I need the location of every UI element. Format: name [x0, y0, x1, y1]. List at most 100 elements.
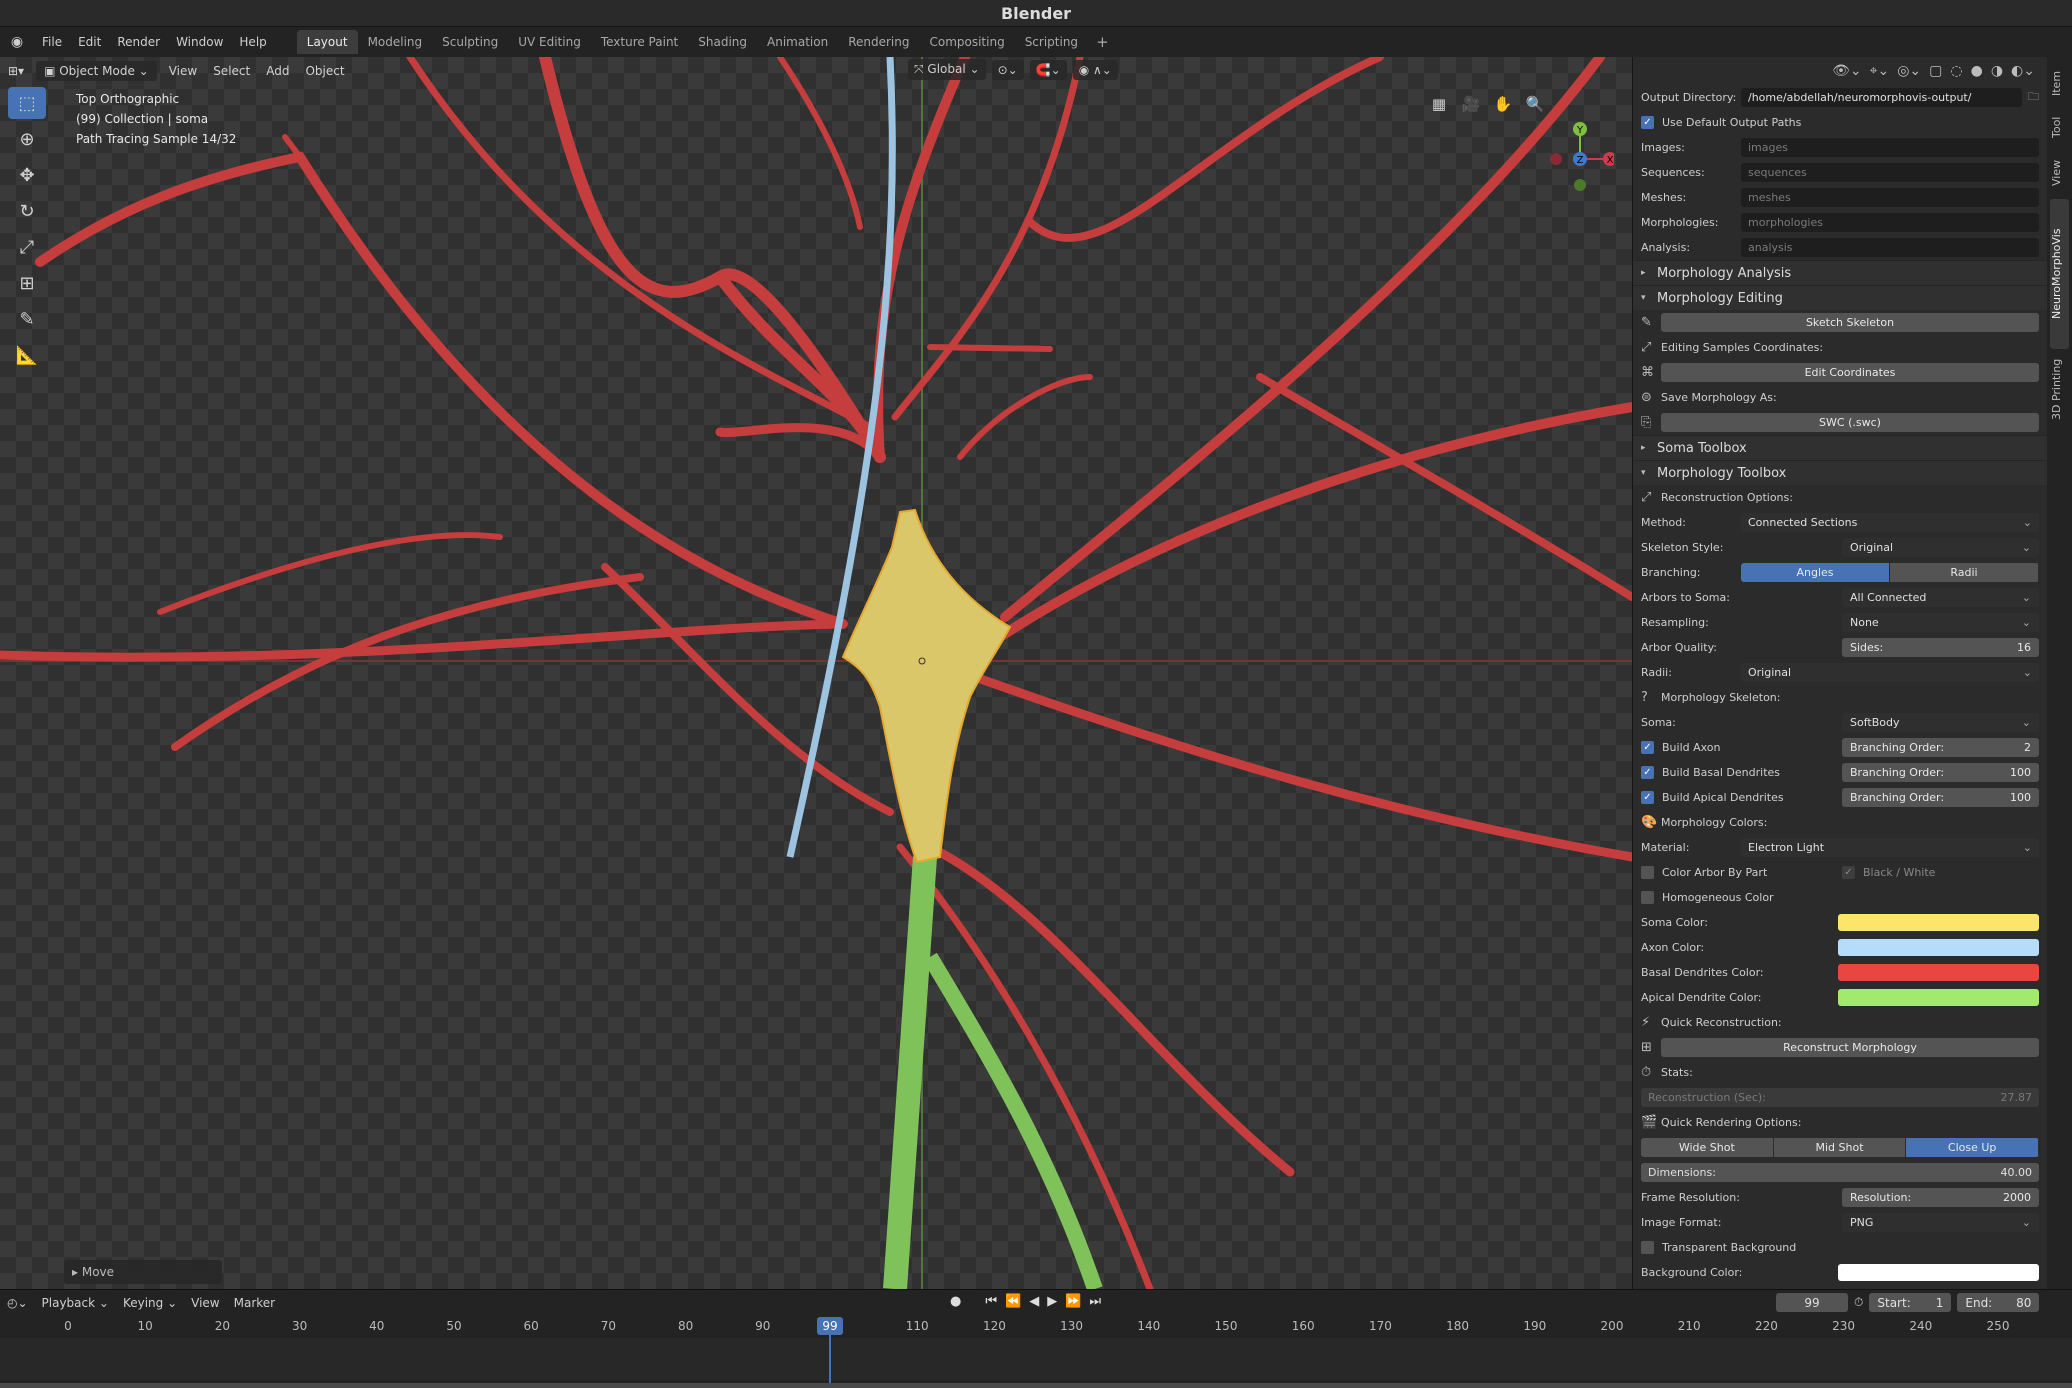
tab-3d-printing[interactable]: 3D Printing	[2050, 353, 2069, 425]
tab-scripting[interactable]: Scripting	[1015, 30, 1088, 54]
tab-layout[interactable]: Layout	[296, 30, 358, 54]
3d-viewport[interactable]: Top Orthographic (99) Collection | soma …	[0, 57, 1632, 1289]
play-reverse-icon[interactable]: ◀	[1029, 1294, 1039, 1309]
menu-edit[interactable]: Edit	[70, 35, 109, 49]
cursor-icon[interactable]: ⊕	[8, 123, 46, 155]
black-white-checkbox[interactable]: ✓	[1842, 866, 1855, 879]
current-frame-field[interactable]: 99	[1776, 1293, 1848, 1312]
ortho-grid-icon[interactable]: ▦	[1428, 93, 1450, 115]
use-default-paths-checkbox[interactable]: ✓	[1641, 116, 1654, 129]
build-axon-checkbox[interactable]: ✓	[1641, 741, 1654, 754]
wireframe-icon[interactable]: ◌	[1950, 63, 1962, 79]
branching-angles-option[interactable]: Angles	[1741, 563, 1890, 582]
branching-radii-option[interactable]: Radii	[1890, 563, 2039, 582]
basal-branching-order-field[interactable]: Branching Order: 100	[1842, 763, 2039, 782]
snap-icon[interactable]: 🧲⌄	[1029, 59, 1067, 80]
object-mode-dropdown[interactable]: ▣ Object Mode ⌄	[36, 61, 157, 81]
wide-shot-option[interactable]: Wide Shot	[1641, 1138, 1774, 1157]
tab-view[interactable]: View	[2050, 151, 2069, 195]
meshes-field[interactable]: meshes	[1741, 188, 2039, 207]
start-frame-field[interactable]: Start: 1	[1869, 1293, 1952, 1312]
select-box-icon[interactable]: ⬚	[8, 87, 46, 119]
menu-playback[interactable]: Playback ⌄	[35, 1296, 116, 1310]
tab-modeling[interactable]: Modeling	[358, 30, 433, 54]
jump-start-icon[interactable]: ⏮	[985, 1294, 997, 1309]
method-dropdown[interactable]: Connected Sections	[1741, 513, 2039, 532]
timeline-editor-icon[interactable]: ◴⌄	[0, 1296, 35, 1310]
tab-compositing[interactable]: Compositing	[919, 30, 1014, 54]
reconstruct-morphology-button[interactable]: Reconstruct Morphology	[1661, 1038, 2039, 1057]
apical-color-swatch[interactable]	[1838, 989, 2039, 1006]
menu-help[interactable]: Help	[231, 35, 274, 49]
menu-view[interactable]: View	[161, 61, 205, 81]
apical-branching-order-field[interactable]: Branching Order: 100	[1842, 788, 2039, 807]
next-keyframe-icon[interactable]: ⏩	[1065, 1294, 1081, 1309]
folder-icon[interactable]: 🗀	[2028, 88, 2039, 107]
morphologies-field[interactable]: morphologies	[1741, 213, 2039, 232]
mid-shot-option[interactable]: Mid Shot	[1773, 1138, 1907, 1157]
tab-sculpting[interactable]: Sculpting	[432, 30, 508, 54]
material-icon[interactable]: ◑	[1991, 63, 2003, 79]
editor-type-icon[interactable]: ⊞▾	[0, 61, 32, 81]
timeline-track[interactable]	[0, 1338, 2072, 1380]
transform-icon[interactable]: ⊞	[8, 267, 46, 299]
basal-color-swatch[interactable]	[1838, 964, 2039, 981]
pivot-icon[interactable]: ⊙⌄	[991, 59, 1024, 80]
build-basal-checkbox[interactable]: ✓	[1641, 766, 1654, 779]
close-up-option[interactable]: Close Up	[1906, 1138, 2039, 1157]
arbors-to-soma-dropdown[interactable]: All Connected	[1842, 588, 2039, 607]
tab-neuromorphovis[interactable]: NeuroMorphoVis	[2050, 199, 2069, 349]
jump-end-icon[interactable]: ⏭	[1089, 1294, 1101, 1309]
menu-marker[interactable]: Marker	[227, 1296, 282, 1310]
background-color-swatch[interactable]	[1838, 1264, 2039, 1281]
measure-icon[interactable]: 📐	[8, 339, 46, 371]
dimensions-field[interactable]: Dimensions: 40.00	[1641, 1163, 2039, 1182]
menu-keying[interactable]: Keying ⌄	[116, 1296, 184, 1310]
orientation-dropdown[interactable]: ⤧ Global ⌄	[908, 59, 986, 80]
panel-morphology-analysis[interactable]: ▸ Morphology Analysis	[1633, 260, 2047, 285]
resolution-field[interactable]: Resolution: 2000	[1842, 1188, 2039, 1207]
sides-field[interactable]: Sides: 16	[1842, 638, 2039, 657]
tab-animation[interactable]: Animation	[757, 30, 838, 54]
output-directory-field[interactable]: /home/abdellah/neuromorphovis-output/	[1741, 88, 2022, 107]
tab-item[interactable]: Item	[2050, 63, 2069, 103]
axon-branching-order-field[interactable]: Branching Order: 2	[1842, 738, 2039, 757]
soma-color-swatch[interactable]	[1838, 914, 2039, 931]
menu-file[interactable]: File	[34, 35, 70, 49]
menu-object[interactable]: Object	[297, 61, 352, 81]
resampling-dropdown[interactable]: None	[1842, 613, 2039, 632]
move-icon[interactable]: ✥	[8, 159, 46, 191]
gizmo-toggle-icon[interactable]: ⌖⌄	[1870, 63, 1890, 79]
solid-icon[interactable]: ●	[1971, 63, 1983, 79]
axon-color-swatch[interactable]	[1838, 939, 2039, 956]
navigation-gizmo[interactable]: Y X Z	[1534, 87, 1614, 197]
color-by-part-checkbox[interactable]	[1641, 866, 1654, 879]
timeline-scrollbar[interactable]	[0, 1383, 2072, 1388]
homogeneous-checkbox[interactable]	[1641, 891, 1654, 904]
menu-render[interactable]: Render	[109, 35, 168, 49]
radii-dropdown[interactable]: Original	[1741, 663, 2039, 682]
edit-coordinates-button[interactable]: Edit Coordinates	[1661, 363, 2039, 382]
add-workspace-icon[interactable]: +	[1088, 33, 1117, 51]
annotate-icon[interactable]: ✎	[8, 303, 46, 335]
camera-icon[interactable]: 🎥	[1460, 93, 1482, 115]
playhead-frame-badge[interactable]: 99	[817, 1317, 843, 1335]
rotate-icon[interactable]: ↻	[8, 195, 46, 227]
tab-rendering[interactable]: Rendering	[838, 30, 919, 54]
material-dropdown[interactable]: Electron Light	[1741, 838, 2039, 857]
panel-morphology-editing[interactable]: ▾ Morphology Editing	[1633, 285, 2047, 310]
images-field[interactable]: images	[1741, 138, 2039, 157]
menu-window[interactable]: Window	[168, 35, 231, 49]
menu-select[interactable]: Select	[205, 61, 258, 81]
panel-morphology-toolbox[interactable]: ▾ Morphology Toolbox	[1633, 460, 2047, 485]
transparent-bg-checkbox[interactable]	[1641, 1241, 1654, 1254]
prev-keyframe-icon[interactable]: ⏪	[1005, 1294, 1021, 1309]
tab-tool[interactable]: Tool	[2050, 107, 2069, 147]
sequences-field[interactable]: sequences	[1741, 163, 2039, 182]
tab-uv-editing[interactable]: UV Editing	[508, 30, 591, 54]
analysis-field[interactable]: analysis	[1741, 238, 2039, 257]
operator-panel[interactable]: ▸ Move	[64, 1260, 222, 1284]
build-apical-checkbox[interactable]: ✓	[1641, 791, 1654, 804]
image-format-dropdown[interactable]: PNG	[1842, 1213, 2039, 1232]
end-frame-field[interactable]: End: 80	[1957, 1293, 2040, 1312]
